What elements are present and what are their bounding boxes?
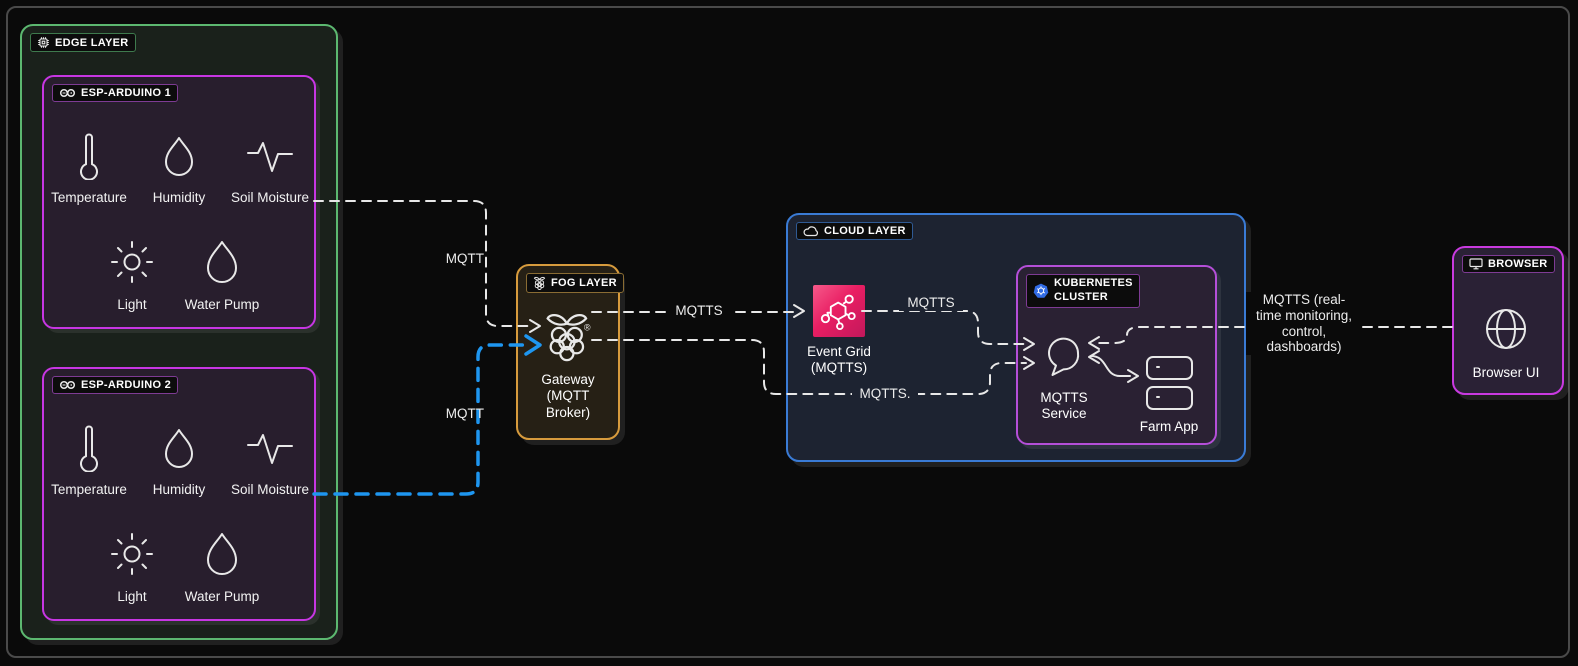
esp-arduino-2-title: ESP-ARDUINO 2: [81, 379, 172, 391]
chat-bubble-icon: [1043, 335, 1085, 384]
mqtts-label-browser: MQTTS (real- time monitoring, control, d…: [1246, 292, 1362, 356]
sensor-label: Humidity: [152, 482, 206, 497]
sensor-soil-moisture: Soil Moisture: [222, 132, 318, 205]
mqtts-label-gateway-service: MQTTS.: [852, 386, 918, 402]
chip-icon: [37, 36, 50, 49]
fog-layer-box: FOG LAYER ® Gateway (MQTT Broker): [516, 264, 624, 440]
esp-arduino-1-title: ESP-ARDUINO 1: [81, 87, 172, 99]
raspberry-pi-icon: ®: [543, 310, 593, 367]
mqtts-service-label: MQTTS Service: [1040, 390, 1088, 422]
sensor-label: Water Pump: [184, 297, 260, 312]
monitor-icon: [1469, 258, 1483, 270]
iot-architecture-diagram: EDGE LAYER ESP-ARDUINO 1 Temperature Hum…: [0, 0, 1578, 666]
kubernetes-icon: [1033, 283, 1049, 299]
led-dot: [1155, 396, 1160, 398]
globe-icon: [1483, 306, 1529, 357]
droplet-icon: [160, 424, 198, 472]
sun-icon: [107, 239, 157, 287]
edge-layer-box: EDGE LAYER ESP-ARDUINO 1 Temperature Hum…: [20, 24, 338, 640]
gateway-label: Gateway (MQTT Broker): [541, 372, 595, 420]
browser-box: BROWSER Browser UI: [1452, 246, 1564, 395]
server-rect-icon: [1145, 356, 1193, 380]
fog-layer-title: FOG LAYER: [551, 277, 617, 289]
event-grid-node: Event Grid (MQTTS): [784, 285, 894, 377]
sensor-light: Light: [84, 531, 180, 604]
sensor-humidity: Humidity: [131, 132, 227, 205]
thermometer-icon: [79, 132, 99, 180]
sensor-label: Soil Moisture: [230, 482, 310, 497]
kubernetes-cluster-title: KUBERNETES CLUSTER: [1054, 277, 1133, 303]
sensor-label: Temperature: [51, 482, 127, 497]
esp-arduino-2-badge: ESP-ARDUINO 2: [52, 376, 179, 394]
server-rect-icon: [1145, 386, 1193, 410]
sun-icon: [107, 531, 157, 579]
water-droplet-icon: [201, 239, 243, 287]
mqtts-label-gateway-eventgrid: MQTTS: [667, 303, 731, 319]
fog-layer-badge: FOG LAYER: [526, 273, 624, 293]
sensor-label: Temperature: [51, 190, 127, 205]
waveform-icon: [246, 132, 294, 180]
raspberry-pi-icon: [533, 276, 546, 290]
gateway-node: ® Gateway (MQTT Broker): [526, 310, 610, 421]
cloud-layer-title: CLOUD LAYER: [824, 225, 906, 237]
led-dot: [1155, 366, 1160, 368]
sensor-label: Water Pump: [184, 589, 260, 604]
thermometer-icon: [79, 424, 99, 472]
farm-app-node: Farm App: [1137, 356, 1201, 435]
edge-layer-badge: EDGE LAYER: [30, 33, 136, 52]
mqtts-service-node: MQTTS Service: [1023, 335, 1105, 423]
waveform-icon: [246, 424, 294, 472]
farm-app-label: Farm App: [1139, 419, 1199, 434]
event-grid-label: Event Grid (MQTTS): [807, 344, 871, 376]
kubernetes-cluster-badge: KUBERNETES CLUSTER: [1026, 274, 1140, 308]
sensor-soil-moisture: Soil Moisture: [222, 424, 318, 497]
mqtts-label-eventgrid-service: MQTTS: [899, 295, 963, 311]
cloud-icon: [803, 225, 819, 237]
sensor-light: Light: [84, 239, 180, 312]
esp-arduino-2-box: ESP-ARDUINO 2 Temperature Humidity Soil …: [42, 367, 316, 621]
mqtt-label-2: MQTT: [445, 406, 484, 421]
esp-arduino-1-box: ESP-ARDUINO 1 Temperature Humidity Soil …: [42, 75, 316, 329]
kubernetes-cluster-box: KUBERNETES CLUSTER MQTTS Service Farm Ap…: [1016, 265, 1217, 445]
mqtt-label-1: MQTT: [445, 251, 484, 266]
sensor-humidity: Humidity: [131, 424, 227, 497]
sensor-label: Soil Moisture: [230, 190, 310, 205]
cloud-layer-badge: CLOUD LAYER: [796, 222, 913, 240]
sensor-label: Light: [117, 589, 147, 604]
droplet-icon: [160, 132, 198, 180]
browser-badge: BROWSER: [1462, 255, 1555, 273]
event-grid-icon: [813, 285, 865, 337]
sensor-water-pump: Water Pump: [174, 531, 270, 604]
sensor-label: Humidity: [152, 190, 206, 205]
edge-layer-title: EDGE LAYER: [55, 36, 129, 49]
sensor-temperature: Temperature: [41, 424, 137, 497]
svg-text:®: ®: [584, 322, 591, 332]
browser-ui-label: Browser UI: [1472, 365, 1540, 380]
esp-arduino-1-badge: ESP-ARDUINO 1: [52, 84, 179, 102]
sensor-temperature: Temperature: [41, 132, 137, 205]
cloud-layer-box: CLOUD LAYER Event Grid (MQTTS) KUBERNETE…: [786, 213, 1246, 462]
sensor-water-pump: Water Pump: [174, 239, 270, 312]
sensor-label: Light: [117, 297, 147, 312]
water-droplet-icon: [201, 531, 243, 579]
arduino-infinity-icon: [59, 88, 76, 98]
browser-ui-node: Browser UI: [1454, 306, 1558, 381]
arduino-infinity-icon: [59, 380, 76, 390]
browser-title: BROWSER: [1488, 258, 1548, 270]
